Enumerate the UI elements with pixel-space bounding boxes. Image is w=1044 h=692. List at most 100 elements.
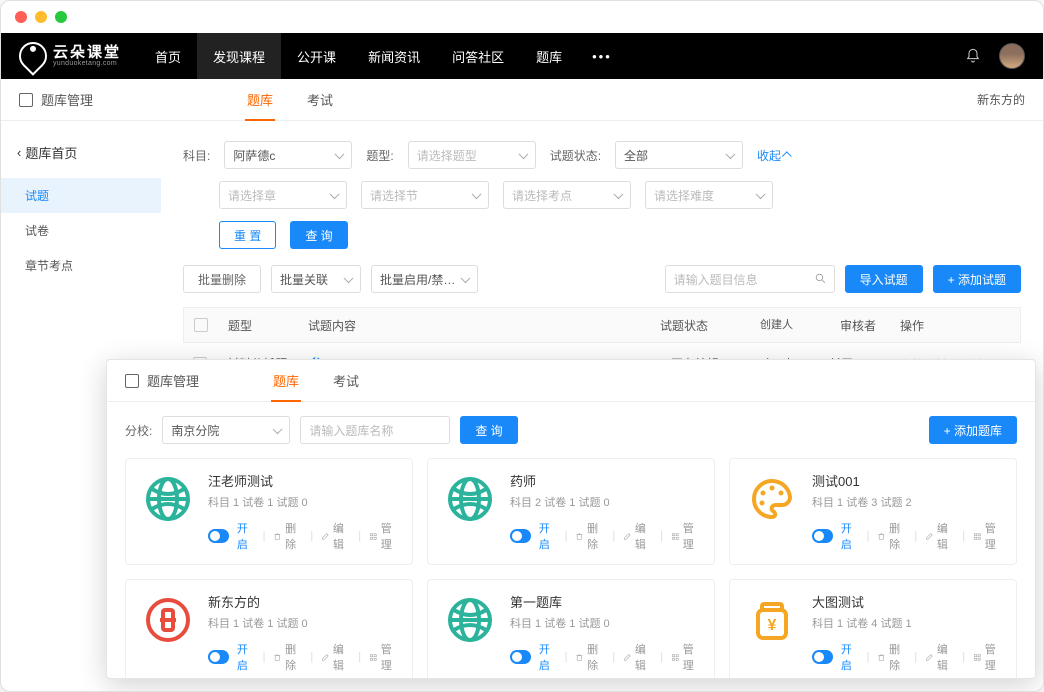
bank-card: 药师 科目 2 试卷 1 试题 0 开启 | 删除 | 编辑 | 管理 [427,458,715,565]
card-manage[interactable]: 管理 [671,520,700,552]
toggle-label: 开启 [237,520,255,552]
batch-delete-button[interactable]: 批量删除 [183,265,261,293]
collapse-link[interactable]: 收起 [757,147,791,164]
toggle-switch[interactable] [208,650,229,664]
svg-text:¥: ¥ [768,617,777,634]
toggle-label: 开启 [539,641,557,673]
card-manage[interactable]: 管理 [671,641,700,673]
bank-card: 第一题库 科目 1 试卷 1 试题 0 开启 | 删除 | 编辑 | 管理 [427,579,715,679]
add-bank-button[interactable]: + 添加题库 [929,416,1017,444]
card-delete[interactable]: 删除 [575,520,604,552]
card-icon [744,471,800,527]
card-delete[interactable]: 删除 [877,520,906,552]
card-manage[interactable]: 管理 [369,520,398,552]
overlay-tab-bank[interactable]: 题库 [259,360,313,402]
close-dot[interactable] [15,11,27,23]
bell-icon[interactable] [965,48,981,64]
bank-card: ¥ 大图测试 科目 1 试卷 4 试题 1 开启 | 删除 | 编辑 | 管理 [729,579,1017,679]
card-title: 汪老师测试 [208,471,398,490]
card-manage[interactable]: 管理 [973,641,1002,673]
chapter-select[interactable]: 请选择章 [219,181,347,209]
search-input[interactable]: 请输入题目信息 [665,265,835,293]
toggle-switch[interactable] [208,529,229,543]
sidebar-item-chapter[interactable]: 章节考点 [1,248,161,283]
card-edit[interactable]: 编辑 [925,520,954,552]
branch-label: 分校: [125,422,152,439]
import-button[interactable]: 导入试题 [845,265,923,293]
toggle-label: 开启 [237,641,255,673]
nav-bank[interactable]: 题库 [520,33,578,79]
type-label: 题型: [366,147,393,164]
card-icon [442,471,498,527]
status-label: 试题状态: [550,147,601,164]
th-type: 题型 [228,317,308,334]
min-dot[interactable] [35,11,47,23]
toggle-label: 开启 [539,520,557,552]
batch-relate-select[interactable]: 批量关联 [271,265,361,293]
nav-news[interactable]: 新闻资讯 [352,33,436,79]
subject-select[interactable]: 阿萨德c [224,141,352,169]
nav-discover[interactable]: 发现课程 [197,33,281,79]
card-delete[interactable]: 删除 [575,641,604,673]
point-select[interactable]: 请选择考点 [503,181,631,209]
card-edit[interactable]: 编辑 [925,641,954,673]
tab-exam[interactable]: 考试 [293,79,347,121]
card-title: 大图测试 [812,592,1002,611]
card-manage[interactable]: 管理 [973,520,1002,552]
sidebar-item-question[interactable]: 试题 [1,178,161,213]
org-name: 新东方的 [977,91,1025,108]
card-meta: 科目 2 试卷 1 试题 0 [510,494,700,510]
th-content: 试题内容 [308,317,660,334]
avatar[interactable] [999,43,1025,69]
card-delete[interactable]: 删除 [273,520,302,552]
reset-button[interactable]: 重 置 [219,221,276,249]
batch-enable-select[interactable]: 批量启用/禁… [371,265,478,293]
status-select[interactable]: 全部 [615,141,743,169]
add-question-button[interactable]: + 添加试题 [933,265,1021,293]
card-delete[interactable]: 删除 [273,641,302,673]
max-dot[interactable] [55,11,67,23]
card-manage[interactable]: 管理 [369,641,398,673]
doc-icon [19,93,33,107]
bank-name-input[interactable]: 请输入题库名称 [300,416,450,444]
difficulty-select[interactable]: 请选择难度 [645,181,773,209]
toggle-switch[interactable] [812,529,833,543]
card-meta: 科目 1 试卷 1 试题 0 [510,615,700,631]
card-title: 新东方的 [208,592,398,611]
logo-sub: yunduoketang.com [53,60,121,67]
logo[interactable]: 云朵课堂 yunduoketang.com [19,42,121,70]
nav-more[interactable]: ••• [578,33,626,79]
card-title: 第一题库 [510,592,700,611]
nav-open[interactable]: 公开课 [281,33,352,79]
card-edit[interactable]: 编辑 [321,641,350,673]
toggle-switch[interactable] [812,650,833,664]
card-edit[interactable]: 编辑 [321,520,350,552]
toggle-label: 开启 [841,641,859,673]
th-reviewer: 审核者 [840,317,900,334]
top-nav: 云朵课堂 yunduoketang.com 首页 发现课程 公开课 新闻资讯 问… [1,33,1043,79]
toggle-switch[interactable] [510,650,531,664]
toggle-switch[interactable] [510,529,531,543]
sidebar-item-paper[interactable]: 试卷 [1,213,161,248]
subject-label: 科目: [183,147,210,164]
overlay-query-button[interactable]: 查 询 [460,416,517,444]
section-select[interactable]: 请选择节 [361,181,489,209]
branch-select[interactable]: 南京分院 [162,416,290,444]
query-button[interactable]: 查 询 [290,221,347,249]
tab-bank[interactable]: 题库 [233,79,287,121]
nav-home[interactable]: 首页 [139,33,197,79]
card-icon [140,592,196,648]
sidebar-back[interactable]: ‹ 题库首页 [1,135,161,170]
type-select[interactable]: 请选择题型 [408,141,536,169]
header-checkbox[interactable] [194,318,208,332]
page-title: 题库管理 [41,90,93,109]
th-ops: 操作 [900,317,1010,334]
nav-items: 首页 发现课程 公开课 新闻资讯 问答社区 题库 ••• [139,33,626,79]
nav-community[interactable]: 问答社区 [436,33,520,79]
card-icon: ¥ [744,592,800,648]
card-edit[interactable]: 编辑 [623,520,652,552]
card-edit[interactable]: 编辑 [623,641,652,673]
th-status: 试题状态 [660,317,760,334]
overlay-tab-exam[interactable]: 考试 [319,360,373,402]
card-delete[interactable]: 删除 [877,641,906,673]
